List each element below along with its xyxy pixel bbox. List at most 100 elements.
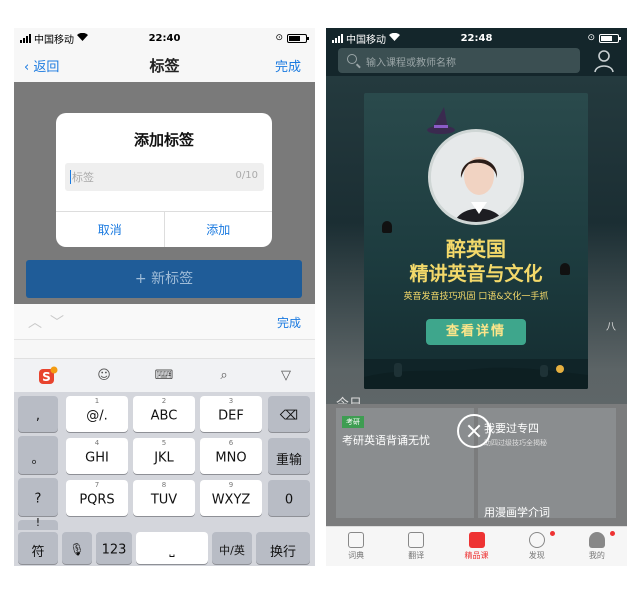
space-icon: ⎵ xyxy=(169,542,175,558)
tab-premium-courses[interactable]: 精品课 xyxy=(446,527,506,566)
close-popup-button[interactable] xyxy=(457,414,491,448)
key-0[interactable]: 0 xyxy=(268,480,310,516)
key-8[interactable]: 8 TUV xyxy=(133,480,195,516)
notification-dot xyxy=(610,531,616,536)
key-exclamation[interactable]: ! xyxy=(18,516,58,530)
key-label: , xyxy=(35,408,41,424)
key-comma[interactable]: , xyxy=(18,396,58,432)
keyboard-icon[interactable]: ⌨ xyxy=(144,359,184,393)
key-label: 0 xyxy=(284,492,294,508)
search-icon xyxy=(347,54,357,64)
status-bar: 中国移动 22:40 ⊙ xyxy=(14,28,315,48)
add-button[interactable]: 添加 xyxy=(163,212,273,247)
keyboard-accessory-bar: ︿﹀ 完成 xyxy=(14,304,315,340)
key-label: 重输 xyxy=(275,452,302,468)
video-course-icon xyxy=(468,532,485,548)
backspace-icon: ⌫ xyxy=(279,408,299,424)
space-key[interactable]: ⎵ xyxy=(136,532,208,564)
key-6[interactable]: 6 MNO xyxy=(200,438,262,474)
promo-popup[interactable]: 醉英国 精讲英音与文化 英音发音技巧巩固 口语&文化一手抓 查看详情 xyxy=(364,93,588,389)
done-button[interactable]: 完成 xyxy=(275,56,301,75)
key-number: 4 xyxy=(94,439,100,447)
key-2[interactable]: 2 ABC xyxy=(133,396,195,432)
user-add-icon[interactable] xyxy=(593,48,617,74)
tab-profile[interactable]: 我的 xyxy=(567,527,627,566)
key-7[interactable]: 7 PQRS xyxy=(66,480,128,516)
cancel-button[interactable]: 取消 xyxy=(56,212,164,247)
course-tag: 考研 xyxy=(342,416,364,428)
battery-icon xyxy=(599,33,621,43)
symbol-key[interactable]: 符 xyxy=(18,532,58,564)
language-switch-key[interactable]: 中/英 xyxy=(212,532,252,564)
course-card[interactable]: 我要过专四 助四过级技巧全揭秘 用漫画学介词 xyxy=(478,408,616,519)
key-label: DEF xyxy=(218,408,244,424)
newline-key[interactable]: 换行 xyxy=(256,532,310,564)
translate-icon xyxy=(408,532,425,548)
collapse-keyboard-icon[interactable]: ▽ xyxy=(266,359,306,393)
tab-label: 发现 xyxy=(528,551,545,560)
key-4[interactable]: 4 GHI xyxy=(66,438,128,474)
reset-key[interactable]: 重输 xyxy=(268,438,310,474)
ghost-icon xyxy=(382,221,392,233)
tab-label: 我的 xyxy=(588,551,605,560)
tag-input[interactable]: 标签 0/10 xyxy=(65,163,264,191)
battery-area: ⊙ xyxy=(275,33,309,43)
view-details-button[interactable]: 查看详情 xyxy=(426,319,526,345)
search-icon[interactable]: ⌕ xyxy=(204,359,244,393)
tab-label: 精品课 xyxy=(464,551,489,560)
key-number: 1 xyxy=(94,397,100,405)
battery-area: ⊙ xyxy=(587,33,621,43)
key-label: 。 xyxy=(31,451,45,467)
dictionary-icon xyxy=(348,532,365,548)
keyboard-done-button[interactable]: 完成 xyxy=(277,314,301,331)
clock: 22:48 xyxy=(460,32,493,44)
chevron-up-icon[interactable]: ︿ xyxy=(28,315,50,331)
key-label: ! xyxy=(35,516,41,529)
tag-input-placeholder: 标签 xyxy=(72,171,94,184)
key-label: PQRS xyxy=(79,492,115,508)
key-label: 符 xyxy=(31,544,45,560)
key-label: 123 xyxy=(101,542,127,558)
text-cursor xyxy=(70,170,71,184)
promo-headline: 精讲英音与文化 xyxy=(409,263,543,285)
key-question[interactable]: ? xyxy=(18,478,58,516)
course-title: 考研英语背诵无忧 xyxy=(342,434,430,447)
tab-discover[interactable]: 发现 xyxy=(507,527,567,566)
course-subtitle: 助四过级技巧全揭秘 xyxy=(484,439,547,447)
chevron-down-icon[interactable]: ﹀ xyxy=(50,315,72,331)
prev-next-arrows: ︿﹀ xyxy=(28,312,72,332)
key-period[interactable]: 。 xyxy=(18,436,58,474)
witch-hat-icon xyxy=(426,107,456,139)
search-input[interactable]: 输入课程或教师名称 xyxy=(338,48,580,73)
backspace-key[interactable]: ⌫ xyxy=(268,396,310,432)
key-number: 6 xyxy=(228,439,234,447)
sogou-logo-icon[interactable]: S xyxy=(28,359,68,393)
key-label: 中/英 xyxy=(219,543,245,557)
key-5[interactable]: 5 JKL xyxy=(133,438,195,474)
tab-label: 词典 xyxy=(348,551,365,560)
course-card[interactable]: 考研 考研英语背诵无忧 xyxy=(336,408,474,518)
teacher-portrait xyxy=(428,129,524,225)
emoji-icon[interactable]: ☺ xyxy=(84,359,124,393)
left-screen: 中国移动 22:40 ⊙ ‹ 返回 标签 完成 + 新标签 添加标签 标签 0/… xyxy=(14,28,315,566)
key-number: 5 xyxy=(161,439,167,447)
promo-title: 醉英国 xyxy=(446,237,506,261)
tab-dictionary[interactable]: 词典 xyxy=(326,527,386,566)
key-1[interactable]: 1 @/. xyxy=(66,396,128,432)
key-9[interactable]: 9 WXYZ xyxy=(200,480,262,516)
nav-bar: ‹ 返回 标签 完成 xyxy=(14,48,315,82)
t9-keyboard: , 1 @/. 2 ABC 3 DEF ⌫ 。 4 GHI 5 JKL 6 MNO 重输 ?… xyxy=(14,392,315,566)
clock: 22:40 xyxy=(148,32,181,44)
key-label: @/. xyxy=(86,408,108,424)
new-tag-button[interactable]: + 新标签 xyxy=(26,260,302,298)
key-3[interactable]: 3 DEF xyxy=(200,396,262,432)
number-mode-key[interactable]: 123 xyxy=(96,532,132,564)
tab-label: 翻译 xyxy=(408,551,425,560)
tab-translate[interactable]: 翻译 xyxy=(386,527,446,566)
microphone-key[interactable]: 🎙 xyxy=(62,532,92,564)
key-number: 7 xyxy=(94,481,100,489)
dialog-title: 添加标签 xyxy=(133,131,194,149)
char-counter: 0/10 xyxy=(235,170,258,181)
side-label: 八 xyxy=(606,322,616,333)
bottom-tab-bar: 词典 翻译 精品课 发现 我的 xyxy=(326,526,627,566)
